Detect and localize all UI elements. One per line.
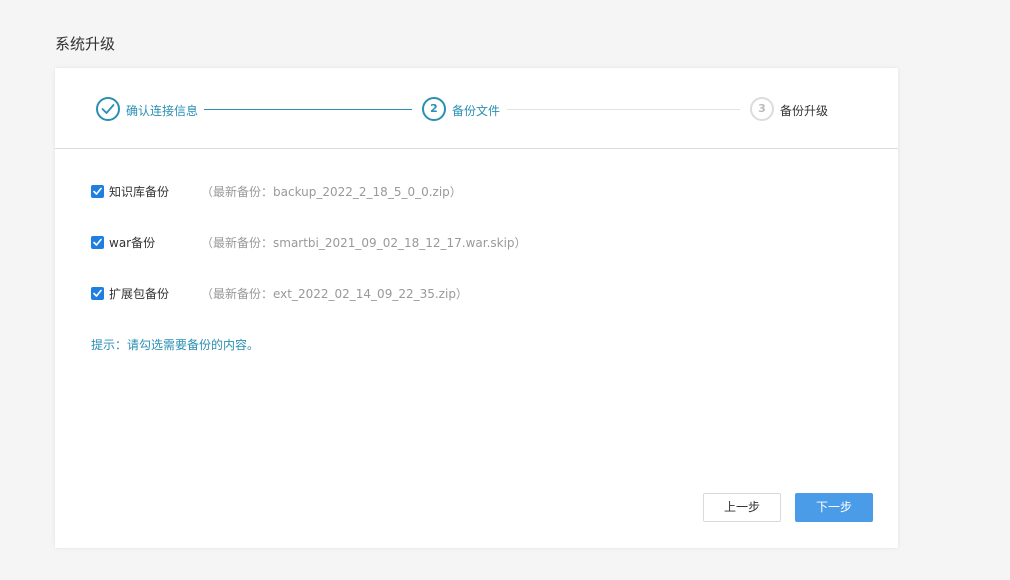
checkmark-icon [93,289,102,297]
war-backup-checkbox[interactable] [91,236,104,249]
step-3-label: 备份升级 [780,104,829,118]
step-connector-1 [204,109,412,110]
page-title: 系统升级 [55,35,116,53]
check-icon [101,104,115,114]
knowledge-backup-label[interactable]: 知识库备份 [109,183,169,200]
next-step-button[interactable]: 下一步 [795,493,873,522]
backup-tip: 提示：请勾选需要备份的内容。 [91,338,260,352]
extension-backup-hint: （最新备份：ext_2022_02_14_09_22_35.zip） [201,287,468,301]
step-1-label: 确认连接信息 [126,104,199,118]
step-connector-2 [507,109,740,110]
step-2-label: 备份文件 [452,104,501,118]
war-backup-hint: （最新备份：smartbi_2021_09_02_18_12_17.war.sk… [201,236,527,250]
upgrade-card: 确认连接信息 2 备份文件 3 备份升级 知识库备份 （最新备份：backup_… [55,68,898,548]
knowledge-backup-hint: （最新备份：backup_2022_2_18_5_0_0.zip） [201,185,462,199]
step-3-number: 3 [750,97,774,121]
step-2-number: 2 [422,97,446,121]
war-backup-label[interactable]: war备份 [109,234,155,251]
step-1-done-icon [96,97,120,121]
previous-step-button[interactable]: 上一步 [703,493,781,522]
extension-backup-label[interactable]: 扩展包备份 [109,285,169,302]
checkmark-icon [93,238,102,246]
knowledge-backup-checkbox[interactable] [91,185,104,198]
extension-backup-checkbox[interactable] [91,287,104,300]
checkmark-icon [93,187,102,195]
step-indicator: 确认连接信息 2 备份文件 3 备份升级 [55,68,898,149]
